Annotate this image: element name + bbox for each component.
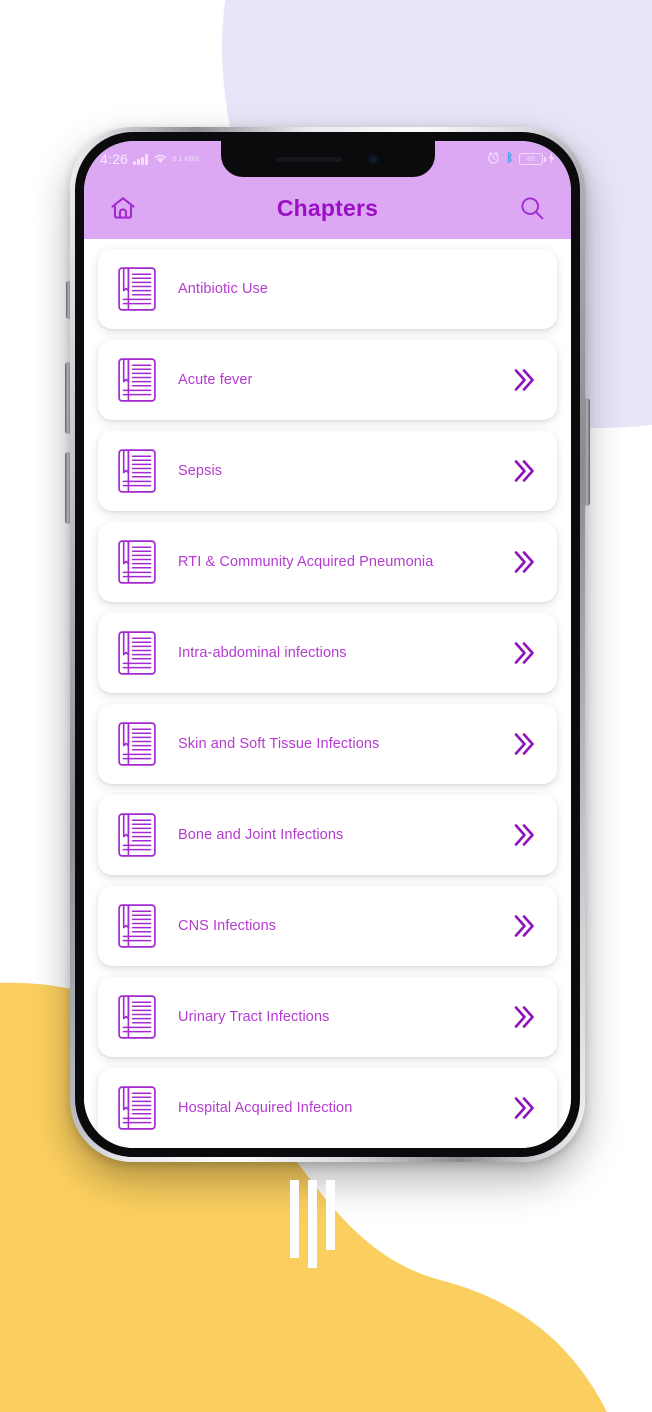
battery-level: 89 (527, 155, 535, 163)
chapter-label: Hospital Acquired Infection (178, 1100, 353, 1116)
chapter-label: Intra-abdominal infections (178, 645, 347, 661)
phone-notch (220, 141, 435, 177)
chevron-double-right-icon[interactable] (511, 549, 537, 575)
background-stripes (290, 1180, 350, 1270)
book-document-icon (116, 630, 158, 676)
battery-icon: 89 (519, 153, 546, 165)
phone-frame: 4:26 0.1 KB/s 89 Chapters Antibiotic Use… (70, 127, 585, 1162)
chapter-card-8[interactable]: Urinary Tract Infections (98, 977, 557, 1057)
signal-bars-icon (133, 153, 148, 165)
chapter-card-5[interactable]: Skin and Soft Tissue Infections (98, 704, 557, 784)
screenshot-stage: 4:26 0.1 KB/s 89 Chapters Antibiotic Use… (0, 0, 652, 1412)
chapter-card-7[interactable]: CNS Infections (98, 886, 557, 966)
chapter-list[interactable]: Antibiotic Use Acute fever Sepsis RTI & … (84, 239, 571, 1148)
chevron-double-right-icon[interactable] (511, 640, 537, 666)
chevron-double-right-icon[interactable] (511, 1095, 537, 1121)
chapter-card-2[interactable]: Sepsis (98, 431, 557, 511)
app-header: Chapters (84, 177, 571, 239)
chapter-label: Urinary Tract Infections (178, 1009, 330, 1025)
chevron-double-right-icon[interactable] (511, 1004, 537, 1030)
front-camera-icon (368, 153, 379, 165)
chapter-card-1[interactable]: Acute fever (98, 340, 557, 420)
chevron-double-right-icon[interactable] (511, 822, 537, 848)
chapter-label: Sepsis (178, 463, 223, 479)
page-title: Chapters (276, 194, 379, 221)
phone-screen: 4:26 0.1 KB/s 89 Chapters Antibiotic Use… (84, 141, 571, 1148)
status-time: 4:26 (100, 151, 129, 167)
chapter-card-6[interactable]: Bone and Joint Infections (98, 795, 557, 875)
status-bar-right: 89 (487, 151, 555, 167)
book-document-icon (116, 903, 158, 949)
chapter-label: Skin and Soft Tissue Infections (178, 736, 380, 752)
chapter-label: Bone and Joint Infections (178, 827, 344, 843)
data-rate-indicator: 0.1 KB/s (172, 155, 200, 163)
stripe-3 (326, 1180, 335, 1250)
book-document-icon (116, 539, 158, 585)
book-document-icon (116, 1085, 158, 1131)
chapter-card-3[interactable]: RTI & Community Acquired Pneumonia (98, 522, 557, 602)
chapter-card-4[interactable]: Intra-abdominal infections (98, 613, 557, 693)
alarm-clock-icon (487, 151, 500, 167)
chapter-label: RTI & Community Acquired Pneumonia (178, 554, 434, 570)
chevron-double-right-icon[interactable] (511, 458, 537, 484)
stripe-2 (308, 1180, 317, 1268)
chevron-double-right-icon[interactable] (511, 367, 537, 393)
bluetooth-icon (505, 151, 514, 167)
earpiece-speaker-icon (276, 156, 342, 162)
status-bar-left: 4:26 0.1 KB/s (100, 151, 199, 167)
search-icon[interactable] (515, 191, 549, 225)
chapter-card-9[interactable]: Hospital Acquired Infection (98, 1068, 557, 1148)
chevron-double-right-icon[interactable] (511, 731, 537, 757)
book-document-icon (116, 721, 158, 767)
chapter-label: CNS Infections (178, 918, 277, 934)
book-document-icon (116, 357, 158, 403)
home-icon[interactable] (106, 191, 140, 225)
chapter-label: Antibiotic Use (178, 281, 269, 297)
book-document-icon (116, 448, 158, 494)
phone-bezel: 4:26 0.1 KB/s 89 Chapters Antibiotic Use… (75, 132, 580, 1157)
wifi-icon (153, 152, 168, 167)
book-document-icon (116, 812, 158, 858)
chapter-label: Acute fever (178, 372, 253, 388)
chevron-double-right-icon[interactable] (511, 913, 537, 939)
book-document-icon (116, 266, 158, 312)
stripe-1 (290, 1180, 299, 1258)
book-document-icon (116, 994, 158, 1040)
charging-bolt-icon (548, 151, 555, 167)
chapter-card-0[interactable]: Antibiotic Use (98, 249, 557, 329)
